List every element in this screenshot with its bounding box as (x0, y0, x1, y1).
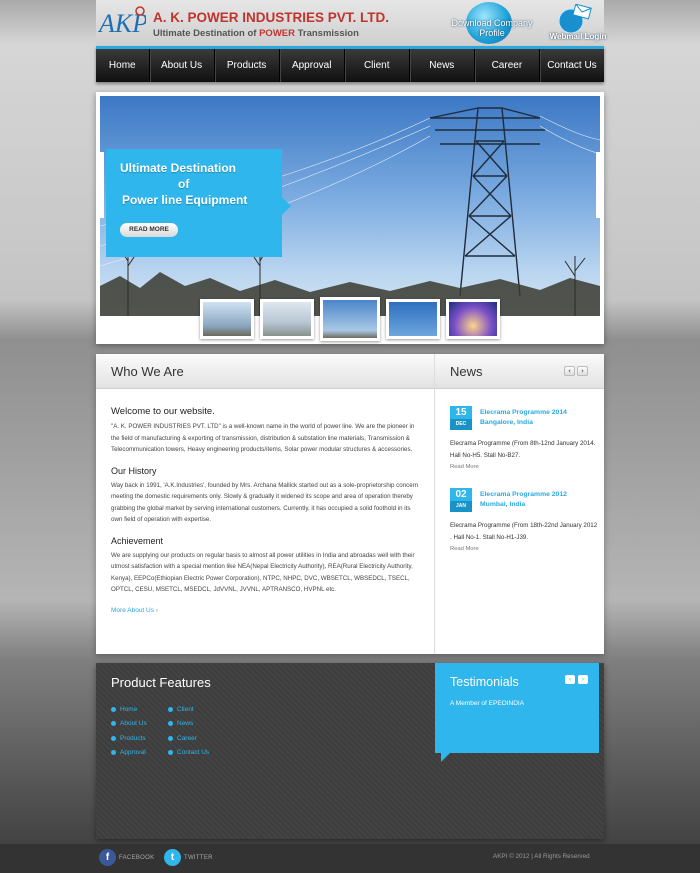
slide-caption: Ultimate Destination of Power line Equip… (106, 149, 291, 257)
testimonials-box: Testimonials ‹ › A Member of EPEOINDIA (435, 663, 599, 762)
read-more-link[interactable]: Read More (450, 464, 479, 470)
bullet-icon (168, 750, 173, 756)
achievement-heading: Achievement (111, 535, 164, 546)
main-navigation: Home About Us Products Approval Client N… (96, 46, 604, 82)
news-item-title[interactable]: Elecrama Programme 2012 Mumbai, India (480, 490, 580, 509)
bullet-icon (111, 721, 116, 727)
hero-slider: Ultimate Destination of Power line Equip… (96, 92, 604, 344)
feature-link-client[interactable]: Client (168, 702, 209, 717)
hero-image: Ultimate Destination of Power line Equip… (100, 96, 600, 316)
news-item: 15 DEC Elecrama Programme 2014 Bangalore,… (450, 406, 595, 486)
site-header: AKPi A. K. POWER INDUSTRIES PVT. LTD. Ul… (96, 0, 606, 46)
nav-item-career[interactable]: Career (475, 49, 540, 82)
twitter-link[interactable]: t TWITTER (164, 849, 213, 866)
news-title: News (450, 364, 483, 379)
caption-line-2: of (178, 177, 190, 191)
feature-link-about[interactable]: About Us (111, 717, 147, 732)
date-badge: 15 DEC (450, 406, 472, 430)
nav-item-contact[interactable]: Contact Us (540, 49, 604, 82)
company-name: A. K. POWER INDUSTRIES PVT. LTD. (153, 10, 390, 25)
news-item-title[interactable]: Elecrama Programme 2014 Bangalore, India (480, 408, 580, 427)
nav-item-home[interactable]: Home (96, 49, 150, 82)
slide-thumbnail[interactable] (200, 299, 254, 339)
bullet-icon (168, 721, 173, 727)
welcome-heading: Welcome to our website. (111, 406, 215, 417)
read-more-button[interactable]: READ MORE (120, 223, 178, 237)
news-prev-button[interactable]: ‹ (564, 366, 575, 376)
who-we-are-title: Who We Are (111, 364, 184, 379)
column-divider (434, 354, 435, 654)
nav-item-client[interactable]: Client (345, 49, 410, 82)
testimonial-prev-button[interactable]: ‹ (565, 675, 575, 684)
facebook-link[interactable]: f FACEBOOK (99, 849, 154, 866)
testimonials-title: Testimonials (450, 675, 519, 689)
date-badge: 02 JAN (450, 488, 472, 512)
slide-thumbnail[interactable] (320, 297, 380, 341)
bullet-icon (168, 735, 173, 741)
feature-link-approval[interactable]: Approval (111, 746, 147, 761)
read-more-link[interactable]: Read More (450, 546, 479, 552)
feature-link-products[interactable]: Products (111, 731, 147, 746)
nav-item-approval[interactable]: Approval (280, 49, 345, 82)
features-list-col1: Home About Us Products Approval (111, 702, 147, 760)
copyright-text: AKPI © 2012 | All Rights Reserved (493, 853, 590, 860)
facebook-icon: f (99, 849, 116, 866)
slide-thumbnail[interactable] (446, 299, 500, 339)
who-header: Who We Are (96, 354, 434, 389)
history-heading: Our History (111, 465, 157, 476)
chevron-right-icon: › (155, 606, 158, 614)
slider-prev-tab[interactable] (100, 152, 104, 218)
history-text: Way back in 1991, 'A.K.Industries', foun… (111, 481, 419, 524)
testimonial-next-button[interactable]: › (578, 675, 588, 684)
nav-item-about[interactable]: About Us (150, 49, 215, 82)
testimonial-text: A Member of EPEOINDIA (450, 700, 525, 707)
bullet-icon (168, 706, 173, 712)
nav-item-news[interactable]: News (410, 49, 475, 82)
company-logo[interactable]: AKPi (98, 4, 146, 40)
news-controls: ‹ › (564, 366, 588, 376)
webmail-globe-icon[interactable] (554, 4, 592, 34)
bullet-icon (111, 706, 116, 712)
webmail-login-button[interactable]: Webmail Login (542, 32, 614, 41)
news-next-button[interactable]: › (577, 366, 588, 376)
product-features-title: Product Features (111, 675, 211, 690)
features-list-col2: Client News Career Contact Us (168, 702, 209, 760)
slide-thumbnail[interactable] (260, 299, 314, 339)
more-about-us-link[interactable]: More About Us › (111, 607, 419, 614)
caption-line-1: Ultimate Destination (120, 161, 237, 175)
twitter-icon: t (164, 849, 181, 866)
caption-line-3: Power line Equipment (122, 193, 248, 207)
download-profile-button[interactable]: Download Company Profile (448, 18, 536, 38)
who-we-are-body: Welcome to our website. "A. K. POWER IND… (111, 406, 419, 614)
bullet-icon (111, 750, 116, 756)
feature-link-home[interactable]: Home (111, 702, 147, 717)
feature-link-contact[interactable]: Contact Us (168, 746, 209, 761)
news-item-desc: Elecrama Programme (From 18th-22nd Janua… (450, 522, 598, 541)
company-tagline: Ultimate Destination of POWER Transmissi… (153, 28, 359, 39)
slide-thumbnail[interactable] (386, 299, 440, 339)
feature-link-news[interactable]: News (168, 717, 209, 732)
news-item: 02 JAN Elecrama Programme 2012 Mumbai, In… (450, 488, 597, 568)
svg-text:AKPi: AKPi (98, 9, 146, 38)
intro-text: "A. K. POWER INDUSTRIES PVT. LTD" is a w… (111, 423, 415, 453)
slider-thumbnails (200, 297, 500, 341)
bullet-icon (111, 735, 116, 741)
achievement-text: We are supplying our products on regular… (111, 551, 415, 594)
product-features-panel: Product Features Home About Us Products … (96, 663, 604, 839)
feature-link-career[interactable]: Career (168, 731, 209, 746)
testimonials-controls: ‹ › (565, 675, 588, 684)
news-item-desc: Elecrama Programme (From 8th-12nd Januar… (450, 440, 596, 459)
slider-next-tab[interactable] (596, 152, 600, 218)
content-panel: Who We Are News ‹ › Welcome to our websi… (96, 354, 604, 654)
nav-item-products[interactable]: Products (215, 49, 280, 82)
